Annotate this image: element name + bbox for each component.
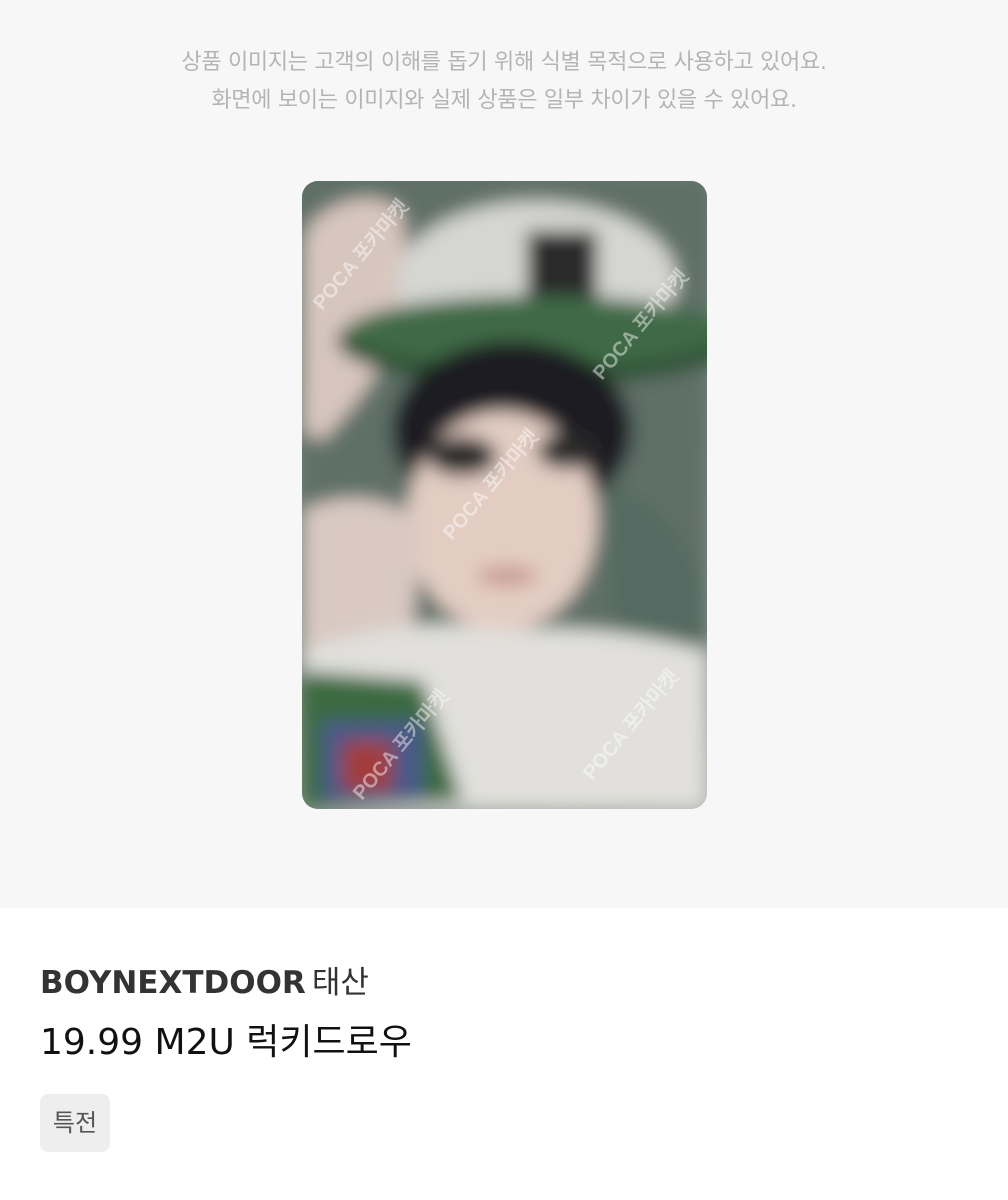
product-info: BOYNEXTDOOR 태산 19.99 M2U 럭키드로우 — [40, 960, 968, 1068]
product-title: BOYNEXTDOOR 태산 — [40, 960, 968, 1006]
member-name: 태산 — [311, 965, 369, 1001]
photocard-image[interactable]: POCA 포카마켓 POCA 포카마켓 POCA 포카마켓 POCA 포카마켓 … — [302, 181, 707, 809]
artist-name: BOYNEXTDOOR — [40, 965, 306, 1001]
disclaimer-line-1: 상품 이미지는 고객의 이해를 돕기 위해 식별 목적으로 사용하고 있어요. — [181, 50, 827, 75]
disclaimer-line-2: 화면에 보이는 이미지와 실제 상품은 일부 차이가 있을 수 있어요. — [211, 88, 797, 113]
benefit-tag[interactable]: 특전 — [40, 1094, 110, 1152]
product-image-area: 상품 이미지는 고객의 이해를 돕기 위해 식별 목적으로 사용하고 있어요. … — [0, 0, 1008, 908]
image-disclaimer: 상품 이미지는 고객의 이해를 돕기 위해 식별 목적으로 사용하고 있어요. … — [0, 44, 1008, 120]
photocard-illustration: POCA 포카마켓 POCA 포카마켓 POCA 포카마켓 POCA 포카마켓 … — [302, 181, 707, 809]
product-name: 19.99 M2U 럭키드로우 — [40, 1022, 412, 1063]
